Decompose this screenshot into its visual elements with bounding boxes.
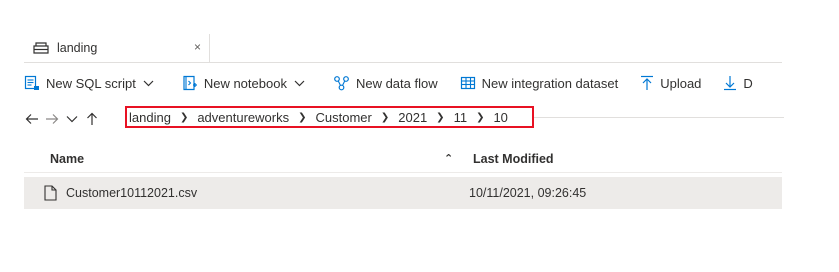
chevron-down-icon[interactable] [143,80,154,87]
path-bar-divider [534,117,784,118]
breadcrumb-item-customer[interactable]: Customer [316,110,372,125]
tab-label: landing [57,41,98,55]
file-icon [44,185,57,204]
navigation-bar: landing ❯ adventureworks ❯ Customer ❯ 20… [24,106,784,132]
sort-ascending-icon[interactable]: ⌃ [444,152,453,165]
chevron-right-icon: ❯ [179,112,189,123]
new-sql-script-label: New SQL script [46,75,136,91]
column-header-last-modified[interactable]: Last Modified [473,152,554,166]
up-arrow-icon[interactable] [84,111,100,127]
new-notebook-button[interactable]: New notebook [182,75,311,91]
breadcrumb: landing ❯ adventureworks ❯ Customer ❯ 20… [129,110,508,125]
download-icon [724,76,737,91]
chevron-right-icon: ❯ [436,112,445,123]
new-data-flow-button[interactable]: New data flow [333,75,438,91]
breadcrumb-item-adventureworks[interactable]: adventureworks [197,110,289,125]
dataset-icon [460,76,475,90]
breadcrumb-item-landing[interactable]: landing [129,110,171,125]
new-integration-dataset-button[interactable]: New integration dataset [460,75,619,91]
close-icon[interactable]: × [194,41,201,53]
download-button[interactable]: D [723,75,753,91]
back-arrow-icon[interactable] [24,111,40,127]
storage-container-icon [33,41,49,55]
file-name[interactable]: Customer10112021.csv [66,186,197,200]
chevron-right-icon: ❯ [380,112,390,123]
data-flow-icon [334,76,349,91]
chevron-down-icon[interactable] [294,80,305,87]
chevron-right-icon: ❯ [476,112,485,123]
chevron-right-icon: ❯ [298,112,307,123]
new-integration-dataset-label: New integration dataset [481,75,619,91]
file-list-header: Name ⌃ Last Modified [24,146,782,173]
column-header-name[interactable]: Name [50,152,84,166]
file-last-modified: 10/11/2021, 09:26:45 [469,186,587,200]
notebook-icon [183,75,197,91]
download-label: D [743,75,753,91]
new-sql-script-button[interactable]: New SQL script [24,75,160,91]
sql-script-icon [24,75,39,90]
table-row[interactable]: Customer10112021.csv 10/11/2021, 09:26:4… [24,177,782,209]
new-notebook-label: New notebook [203,75,287,91]
breadcrumb-item-10[interactable]: 10 [493,110,507,125]
upload-icon [641,75,654,90]
breadcrumb-item-2021[interactable]: 2021 [398,110,427,125]
upload-label: Upload [660,75,702,91]
toolbar: New SQL script New notebook New data flo… [24,68,784,98]
upload-button[interactable]: Upload [640,75,701,91]
tab-bar: landing × [24,34,782,63]
recent-locations-chevron-icon[interactable] [64,111,80,127]
forward-arrow-icon[interactable] [44,111,60,127]
tab-landing[interactable]: landing × [24,34,210,62]
new-data-flow-label: New data flow [355,75,438,91]
breadcrumb-item-11[interactable]: 11 [454,110,468,125]
